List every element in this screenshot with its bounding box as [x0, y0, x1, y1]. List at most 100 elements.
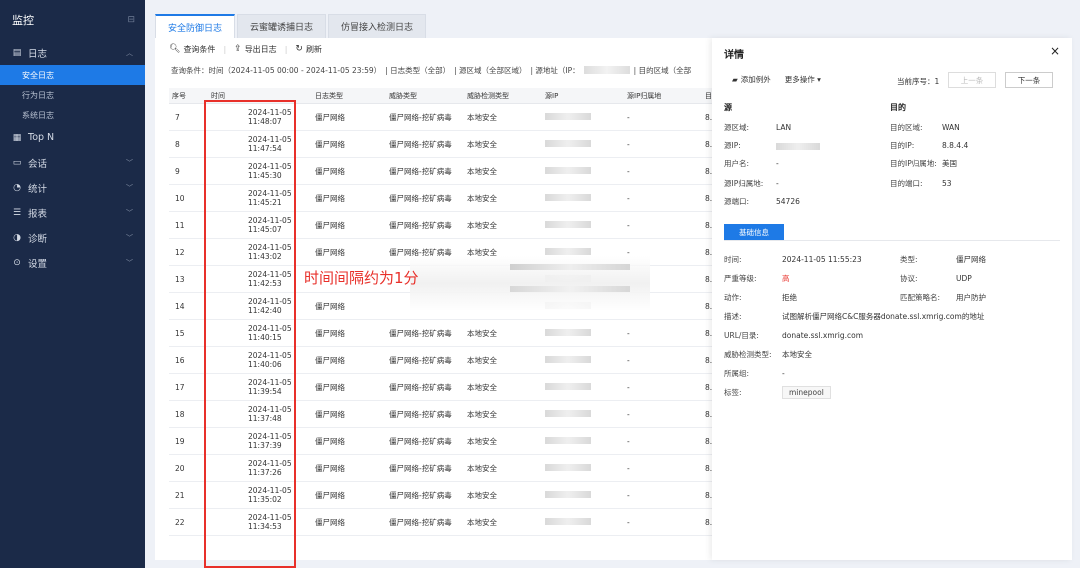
dst-port: 目的端口: 53 — [890, 179, 952, 188]
col-header-logtype[interactable]: 日志类型 — [311, 91, 389, 101]
log-table: 序号 时间 日志类型 威胁类型 威胁检测类型 源IP 源IP归属地 目 7 202… — [169, 88, 715, 536]
dst-ip: 目的IP: 8.8.4.4 — [890, 141, 969, 150]
more-actions-dropdown[interactable]: 更多操作 ▾ — [785, 74, 821, 85]
cell-logtype: 僵尸网络 — [315, 247, 345, 257]
diagnose-icon: ◑ — [13, 232, 21, 243]
col-header-detect[interactable]: 威胁检测类型 — [467, 91, 545, 101]
col-header-srcip[interactable]: 源IP — [545, 91, 627, 101]
refresh-button[interactable]: ↻ 刷新 — [295, 44, 322, 55]
export-button[interactable]: ⇪ 导出日志 — [234, 44, 277, 55]
table-row[interactable]: 10 2024-11-05 11:45:21 僵尸网络 僵尸网络-挖矿病毒 本地安全 -8… — [169, 185, 715, 212]
cell-time: 2024-11-05 11:37:48 — [248, 405, 292, 423]
cell-logtype: 僵尸网络 — [315, 436, 345, 446]
cell-threat: 僵尸网络-挖矿病毒 — [389, 355, 452, 365]
cell-no: 9 — [175, 166, 180, 176]
table-row[interactable]: 15 2024-11-05 11:40:15 僵尸网络 僵尸网络-挖矿病毒 本地安全 -8… — [169, 320, 715, 347]
redacted-ip — [545, 382, 591, 390]
table-row[interactable]: 9 2024-11-05 11:45:30 僵尸网络 僵尸网络-挖矿病毒 本地安全 -8.… — [169, 158, 715, 185]
col-header-no[interactable]: 序号 — [169, 91, 205, 101]
redacted-ip — [545, 193, 591, 201]
cell-time: 2024-11-05 11:47:54 — [248, 135, 292, 153]
tab-security-defense-log[interactable]: 安全防御日志 — [155, 14, 236, 38]
sidebar-item-stats[interactable]: ◔ 统计 ﹀ — [0, 175, 145, 200]
close-icon[interactable]: × — [1050, 44, 1060, 58]
sidebar-sub-security-log[interactable]: 安全日志 — [0, 65, 145, 85]
cell-threat: 僵尸网络-挖矿病毒 — [389, 193, 452, 203]
basic-time: 时间: 2024-11-05 11:55:23 — [724, 255, 862, 264]
prev-button[interactable]: 上一条 — [948, 72, 996, 88]
cell-time: 2024-11-05 11:45:30 — [248, 162, 292, 180]
cell-srcip — [545, 355, 627, 365]
sidebar-item-label: 诊断 — [28, 233, 48, 245]
tab-basic-info[interactable]: 基础信息 — [724, 224, 784, 240]
cell-threat: 僵尸网络-挖矿病毒 — [389, 409, 452, 419]
cell-threat: 僵尸网络-挖矿病毒 — [389, 517, 452, 527]
add-exception-label: 添加例外 — [740, 75, 771, 84]
chevron-down-icon: ﹀ — [126, 158, 133, 167]
chat-icon: ▭ — [12, 157, 22, 168]
table-row[interactable]: 16 2024-11-05 11:40:06 僵尸网络 僵尸网络-挖矿病毒 本地安全 -8… — [169, 347, 715, 374]
export-label: 导出日志 — [244, 44, 277, 54]
chevron-up-icon: ︿ — [126, 48, 133, 57]
basic-description: 描述: 试图解析僵尸网络C&C服务器donate.ssl.xmrig.com的地址 — [724, 312, 985, 321]
sidebar-header: 监控 ⊟ — [0, 0, 145, 40]
col-header-threat[interactable]: 威胁类型 — [389, 91, 467, 101]
query-button[interactable]: 🔍︎ 查询条件 — [169, 44, 215, 55]
cell-detect: 本地安全 — [467, 355, 497, 365]
cell-logtype: 僵尸网络 — [315, 382, 345, 392]
sidebar-sub-behavior-log[interactable]: 行为日志 — [0, 85, 145, 105]
sidebar-item-settings[interactable]: ⊙ 设置 ﹀ — [0, 250, 145, 275]
sidebar-item-label: Top N — [28, 132, 55, 143]
refresh-icon: ↻ — [295, 44, 303, 54]
cell-srcip — [545, 220, 627, 230]
redacted-bar — [510, 286, 630, 292]
main-area: 安全防御日志 云蜜罐诱捕日志 仿冒接入检测日志 🔍︎ 查询条件 | ⇪ 导出日志 |… — [145, 0, 1080, 568]
sidebar-item-report[interactable]: ☰ 报表 ﹀ — [0, 200, 145, 225]
chevron-down-icon: ﹀ — [126, 208, 133, 217]
redacted-ip — [545, 139, 591, 147]
sidebar-item-topn[interactable]: ▦ Top N — [0, 125, 145, 150]
detail-panel: 详情 × ▰ 添加例外 更多操作 ▾ 当前序号：1 上一条 下一条 源 目的 源区… — [712, 38, 1072, 560]
cell-no: 10 — [175, 193, 185, 203]
pie-icon: ◔ — [13, 182, 21, 193]
cell-srcip — [545, 436, 627, 446]
filter-summary: 查询条件：时间（2024-11-05 00:00 - 2024-11-05 23… — [155, 60, 715, 80]
cell-threat: 僵尸网络-挖矿病毒 — [389, 436, 452, 446]
table-row[interactable]: 19 2024-11-05 11:37:39 僵尸网络 僵尸网络-挖矿病毒 本地安全 -8… — [169, 428, 715, 455]
sidebar-item-label: 统计 — [28, 183, 48, 195]
cell-logtype: 僵尸网络 — [315, 463, 345, 473]
tab-spoof-access-log[interactable]: 仿冒接入检测日志 — [328, 14, 427, 38]
cell-time: 2024-11-05 11:39:54 — [248, 378, 292, 396]
cell-detect: 本地安全 — [467, 517, 497, 527]
sidebar-sub-system-log[interactable]: 系统日志 — [0, 105, 145, 125]
table-row[interactable]: 8 2024-11-05 11:47:54 僵尸网络 僵尸网络-挖矿病毒 本地安全 -8.… — [169, 131, 715, 158]
table-row[interactable]: 21 2024-11-05 11:35:02 僵尸网络 僵尸网络-挖矿病毒 本地安全 -8… — [169, 482, 715, 509]
table-row[interactable]: 11 2024-11-05 11:45:07 僵尸网络 僵尸网络-挖矿病毒 本地安全 -8… — [169, 212, 715, 239]
col-header-time[interactable]: 时间 — [205, 91, 311, 101]
next-button[interactable]: 下一条 — [1005, 72, 1053, 88]
collapse-icon[interactable]: ⊟ — [127, 15, 135, 25]
grid-icon: ▦ — [12, 132, 22, 143]
table-row[interactable]: 17 2024-11-05 11:39:54 僵尸网络 僵尸网络-挖矿病毒 本地安全 -8… — [169, 374, 715, 401]
add-exception-button[interactable]: ▰ 添加例外 — [732, 74, 771, 85]
cell-threat: 僵尸网络-挖矿病毒 — [389, 139, 452, 149]
sidebar-item-diagnose[interactable]: ◑ 诊断 ﹀ — [0, 225, 145, 250]
cell-srcip — [545, 409, 627, 419]
query-label: 查询条件 — [183, 44, 216, 54]
table-row[interactable]: 22 2024-11-05 11:34:53 僵尸网络 僵尸网络-挖矿病毒 本地安全 -8… — [169, 509, 715, 536]
table-row[interactable]: 18 2024-11-05 11:37:48 僵尸网络 僵尸网络-挖矿病毒 本地安全 -8… — [169, 401, 715, 428]
table-row[interactable]: 7 2024-11-05 11:48:07 僵尸网络 僵尸网络-挖矿病毒 本地安全 -8.… — [169, 104, 715, 131]
add-exception-icon: ▰ — [732, 75, 738, 84]
redacted-ip — [545, 328, 591, 336]
cell-no: 12 — [175, 247, 185, 257]
table-row[interactable]: 20 2024-11-05 11:37:26 僵尸网络 僵尸网络-挖矿病毒 本地安全 -8… — [169, 455, 715, 482]
col-header-srcloc[interactable]: 源IP归属地 — [627, 91, 705, 101]
tab-honeypot-log[interactable]: 云蜜罐诱捕日志 — [237, 14, 327, 38]
cell-threat: 僵尸网络-挖矿病毒 — [389, 112, 452, 122]
divider: | — [284, 44, 288, 54]
log-icon: ▤ — [12, 47, 22, 58]
cell-threat: 僵尸网络-挖矿病毒 — [389, 490, 452, 500]
sidebar-item-log[interactable]: ▤ 日志 ︿ — [0, 40, 145, 65]
cell-no: 11 — [175, 220, 185, 230]
sidebar-item-session[interactable]: ▭ 会话 ﹀ — [0, 150, 145, 175]
